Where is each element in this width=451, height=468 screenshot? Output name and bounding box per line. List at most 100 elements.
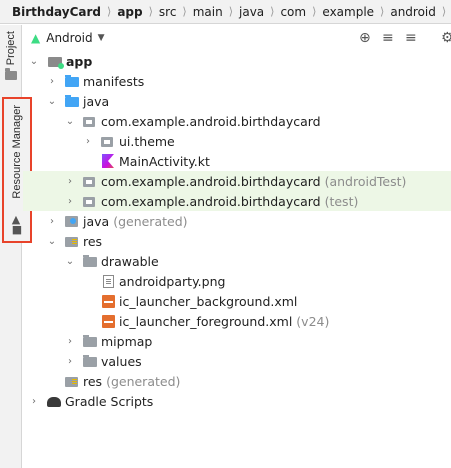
tree-row-label: java (83, 93, 110, 109)
tree-row-package-main[interactable]: ⌄ com.example.android.birthdaycard (23, 111, 451, 131)
breadcrumb-separator-icon: ⟩ (312, 5, 317, 18)
chevron-right-icon[interactable]: › (64, 196, 76, 207)
folder-icon (83, 355, 97, 367)
chevron-right-icon[interactable]: › (64, 336, 76, 347)
tree-row-java[interactable]: ⌄ java (23, 91, 451, 111)
tree-row-label: java (83, 213, 110, 229)
chevron-right-icon[interactable]: › (82, 136, 94, 147)
tree-row-res[interactable]: ⌄ res (23, 231, 451, 251)
res-folder-icon (65, 377, 78, 387)
package-icon (83, 197, 95, 207)
tree-row-suffix: (generated) (113, 213, 188, 229)
res-folder-icon (65, 237, 78, 247)
breadcrumb-item-android[interactable]: android (390, 5, 436, 19)
tree-row-label: ui.theme (119, 133, 175, 149)
chevron-right-icon[interactable]: › (64, 356, 76, 367)
tool-window-strip: Project Resource Manager ▲ ■ (0, 25, 32, 468)
view-selector[interactable]: Android (46, 31, 92, 45)
chevron-right-icon[interactable]: › (46, 76, 58, 87)
breadcrumb-separator-icon: ⟩ (228, 5, 233, 18)
xml-file-icon (102, 315, 115, 328)
tree-row-ic-launcher-foreground[interactable]: ic_launcher_foreground.xml (v24) (23, 311, 451, 331)
tree-row-label: manifests (83, 73, 145, 89)
tree-row-mainactivity[interactable]: MainActivity.kt (23, 151, 451, 171)
tree-row-gradle-scripts[interactable]: › Gradle Scripts (23, 391, 451, 411)
tree-row-suffix: (test) (324, 193, 359, 209)
tree-row-label: res (83, 373, 103, 389)
tree-row-manifests[interactable]: › manifests (23, 71, 451, 91)
breadcrumb-separator-icon: ⟩ (441, 5, 447, 18)
tree-row-label: com.example.android.birthdaycard (101, 193, 321, 209)
tab-project[interactable]: Project (0, 31, 22, 81)
tree-row-drawable[interactable]: ⌄ drawable (23, 251, 451, 271)
expand-all-icon[interactable]: ≡ (405, 30, 417, 46)
chevron-down-icon[interactable]: ▼ (98, 33, 105, 43)
project-tree: ⌄ app › manifests ⌄ java ⌄ com.example.a… (23, 51, 451, 411)
chevron-right-icon[interactable]: › (64, 176, 76, 187)
breadcrumb-item-java[interactable]: java (239, 5, 264, 19)
chevron-down-icon[interactable]: ⌄ (28, 56, 40, 67)
crosshair-icon[interactable]: ⊕ (359, 30, 371, 46)
tree-row-label: Gradle Scripts (65, 393, 154, 409)
tree-row-androidparty[interactable]: androidparty.png (23, 271, 451, 291)
chevron-down-icon[interactable]: ⌄ (64, 256, 76, 267)
tree-row-suffix: (androidTest) (324, 173, 407, 189)
tree-row-package-androidtest[interactable]: › com.example.android.birthdaycard (andr… (23, 171, 451, 191)
breadcrumb-separator-icon: ⟩ (107, 5, 112, 18)
tree-row-values[interactable]: › values (23, 351, 451, 371)
folder-icon (83, 335, 97, 347)
tree-row-label: com.example.android.birthdaycard (101, 173, 321, 189)
tree-row-label: mipmap (101, 333, 153, 349)
kotlin-file-icon (102, 154, 114, 168)
breadcrumb-separator-icon: ⟩ (270, 5, 275, 18)
tree-row-mipmap[interactable]: › mipmap (23, 331, 451, 351)
gear-icon[interactable]: ⚙ (441, 30, 451, 46)
breadcrumb-item-module[interactable]: app (117, 5, 142, 19)
chevron-right-icon[interactable]: › (28, 396, 40, 407)
tree-row-label: values (101, 353, 142, 369)
folder-icon (65, 95, 79, 107)
tree-row-package-test[interactable]: › com.example.android.birthdaycard (test… (23, 191, 451, 211)
tree-row-label: drawable (101, 253, 159, 269)
gradle-icon (47, 397, 61, 407)
tab-resource-manager-label: Resource Manager (11, 105, 23, 199)
tree-row-java-generated[interactable]: › java (generated) (23, 211, 451, 231)
folder-icon (65, 75, 79, 87)
breadcrumb-item-project[interactable]: BirthdayCard (12, 5, 101, 19)
breadcrumb-separator-icon: ⟩ (380, 5, 385, 18)
image-file-icon (103, 275, 114, 288)
tree-row-suffix: (v24) (296, 313, 330, 329)
chevron-down-icon[interactable]: ⌄ (46, 96, 58, 107)
tree-row-res-generated[interactable]: res (generated) (23, 371, 451, 391)
tree-row-label: app (66, 53, 93, 69)
breadcrumb: BirthdayCard ⟩ app ⟩ src ⟩ main ⟩ java ⟩… (0, 0, 451, 24)
chevron-down-icon[interactable]: ⌄ (64, 116, 76, 127)
shapes-icon: ▲ ■ (11, 213, 23, 236)
tree-row-suffix: (generated) (106, 373, 181, 389)
breadcrumb-item-main[interactable]: main (193, 5, 223, 19)
tree-row-ic-launcher-background[interactable]: ic_launcher_background.xml (23, 291, 451, 311)
folder-icon (83, 255, 97, 267)
app-module-icon (48, 57, 64, 69)
package-icon (83, 177, 95, 187)
breadcrumb-separator-icon: ⟩ (182, 5, 187, 18)
breadcrumb-item-example[interactable]: example (322, 5, 374, 19)
collapse-all-icon[interactable]: ≡ (382, 30, 394, 46)
folder-icon (5, 68, 17, 81)
tree-row-app[interactable]: ⌄ app (23, 51, 451, 71)
tree-row-label: ic_launcher_foreground.xml (119, 313, 293, 329)
breadcrumb-item-com[interactable]: com (280, 5, 306, 19)
tree-row-ui-theme[interactable]: › ui.theme (23, 131, 451, 151)
chevron-down-icon[interactable]: ⌄ (46, 236, 58, 247)
android-icon: ▲ (31, 31, 41, 45)
breadcrumb-item-src[interactable]: src (159, 5, 177, 19)
tree-row-label: MainActivity.kt (119, 153, 210, 169)
tab-project-label: Project (5, 31, 17, 66)
package-icon (83, 117, 95, 127)
tree-row-label: ic_launcher_background.xml (119, 293, 298, 309)
chevron-right-icon[interactable]: › (46, 216, 58, 227)
tree-row-label: res (83, 233, 103, 249)
breadcrumb-separator-icon: ⟩ (148, 5, 153, 18)
xml-file-icon (102, 295, 115, 308)
generated-folder-icon (65, 216, 78, 227)
